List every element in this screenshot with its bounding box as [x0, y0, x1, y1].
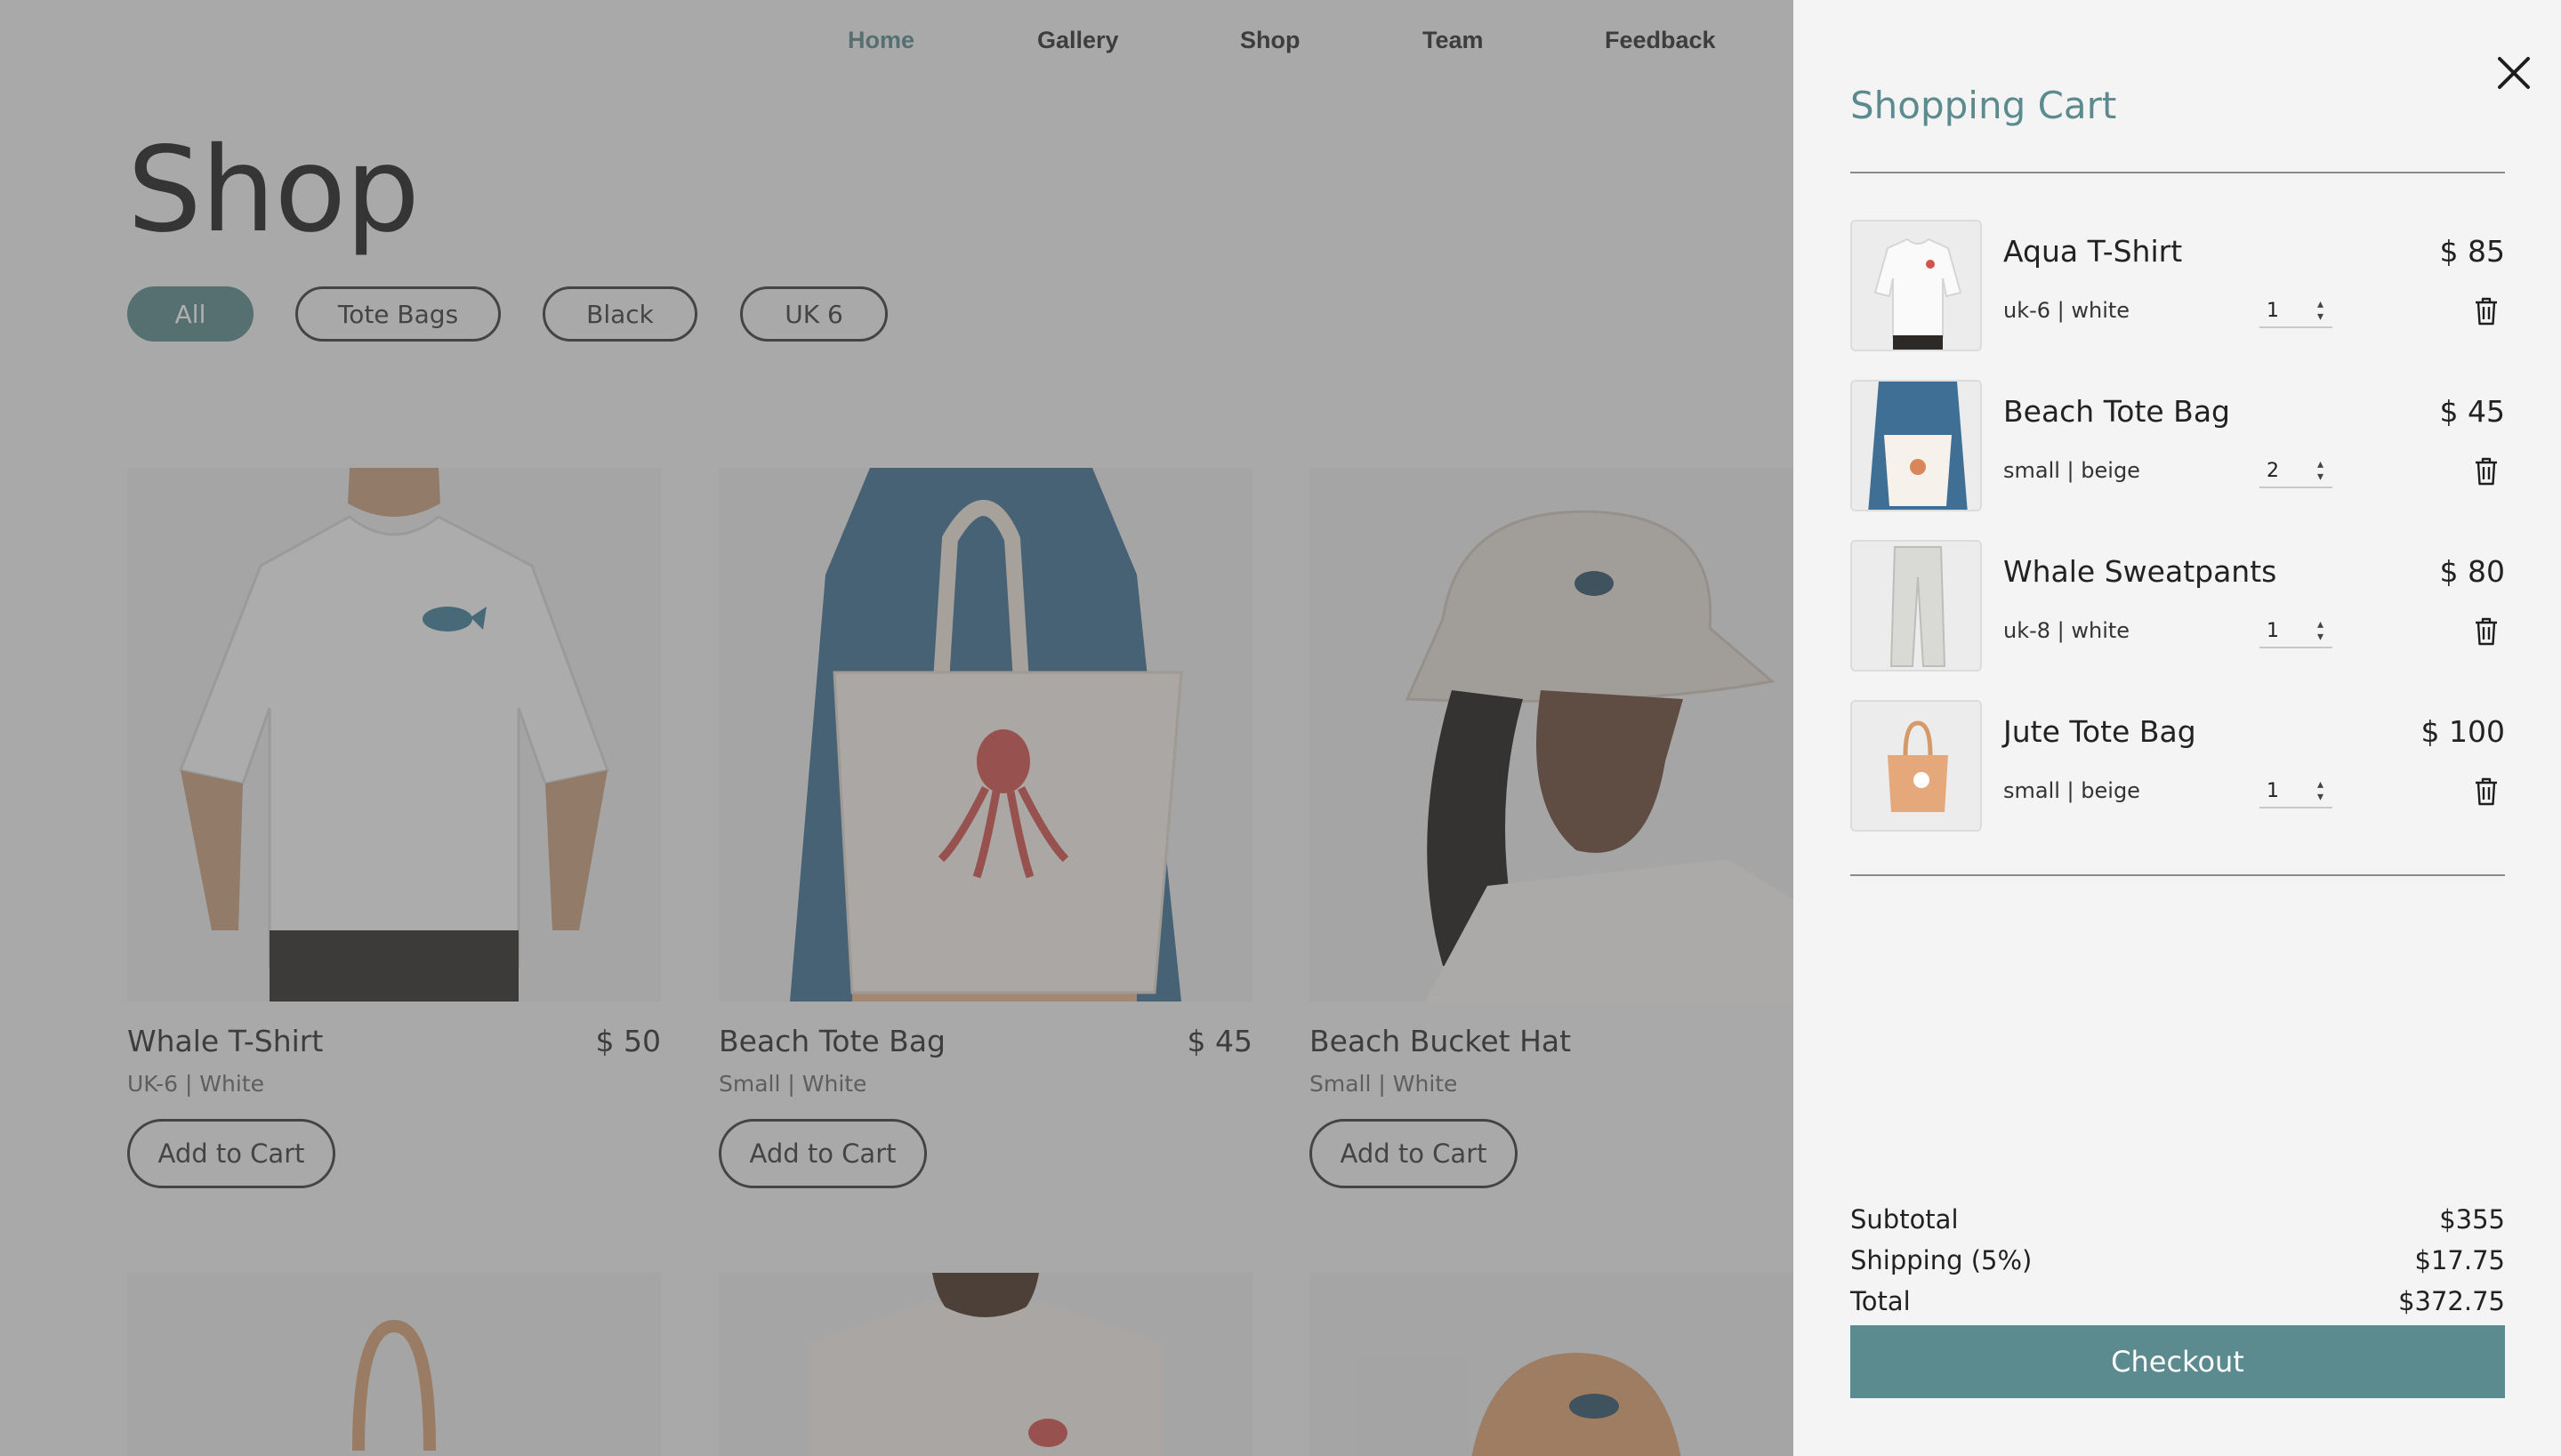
shipping-label: Shipping (5%)	[1850, 1245, 2033, 1275]
cart-item: Jute Tote Bag $ 100 small | beige 1 ▴ ▾	[1850, 700, 2505, 832]
shopping-cart-drawer: Shopping Cart Aqua T-Shirt $ 85 uk-6 | w…	[1793, 0, 2561, 1456]
divider	[1850, 874, 2505, 876]
whale-sweatpants-thumb	[1852, 542, 1980, 670]
cart-item: Beach Tote Bag $ 45 small | beige 2 ▴ ▾	[1850, 380, 2505, 511]
quantity-value: 2	[2267, 460, 2279, 482]
cart-item-price: $ 100	[2420, 714, 2505, 749]
close-icon[interactable]	[2494, 53, 2533, 93]
trash-icon[interactable]	[2473, 296, 2500, 326]
trash-icon[interactable]	[2473, 616, 2500, 647]
page-dim-overlay[interactable]	[0, 0, 1793, 1456]
jute-tote-thumb	[1852, 702, 1980, 830]
cart-item-name: Beach Tote Bag	[2003, 394, 2230, 429]
cart-item-price: $ 45	[2439, 394, 2505, 429]
stepper-arrows-icon[interactable]: ▴ ▾	[2317, 618, 2323, 643]
quantity-value: 1	[2267, 620, 2279, 642]
cart-item-name: Jute Tote Bag	[2003, 714, 2196, 749]
cart-item: Whale Sweatpants $ 80 uk-8 | white 1 ▴ ▾	[1850, 540, 2505, 672]
beach-tote-thumb	[1852, 382, 1980, 510]
cart-item-thumbnail	[1850, 700, 1982, 832]
cart-title: Shopping Cart	[1850, 84, 2117, 127]
quantity-value: 1	[2267, 780, 2279, 802]
cart-item-name: Aqua T-Shirt	[2003, 234, 2183, 269]
cart-item-price: $ 85	[2439, 234, 2505, 269]
cart-item-variant: uk-8 | white	[2003, 618, 2130, 643]
aqua-tshirt-thumb	[1852, 221, 1980, 350]
cart-item-variant: small | beige	[2003, 458, 2140, 483]
stepper-arrows-icon[interactable]: ▴ ▾	[2317, 298, 2323, 323]
trash-icon[interactable]	[2473, 456, 2500, 487]
trash-icon[interactable]	[2473, 776, 2500, 807]
quantity-value: 1	[2267, 300, 2279, 322]
subtotal-label: Subtotal	[1850, 1204, 1959, 1235]
subtotal-value: $355	[2439, 1204, 2505, 1235]
cart-item-thumbnail	[1850, 380, 1982, 511]
cart-item-price: $ 80	[2439, 554, 2505, 589]
cart-item-name: Whale Sweatpants	[2003, 554, 2277, 589]
checkout-button[interactable]: Checkout	[1850, 1325, 2505, 1398]
cart-item-thumbnail	[1850, 220, 1982, 351]
quantity-stepper[interactable]: 1 ▴ ▾	[2259, 616, 2332, 648]
total-label: Total	[1850, 1286, 1911, 1316]
stepper-arrows-icon[interactable]: ▴ ▾	[2317, 458, 2323, 483]
quantity-stepper[interactable]: 1 ▴ ▾	[2259, 296, 2332, 328]
divider	[1850, 172, 2505, 173]
cart-item-variant: small | beige	[2003, 778, 2140, 803]
shipping-value: $17.75	[2414, 1245, 2505, 1275]
stepper-arrows-icon[interactable]: ▴ ▾	[2317, 778, 2323, 803]
quantity-stepper[interactable]: 2 ▴ ▾	[2259, 456, 2332, 488]
cart-item-thumbnail	[1850, 540, 1982, 672]
cart-item-variant: uk-6 | white	[2003, 298, 2130, 323]
quantity-stepper[interactable]: 1 ▴ ▾	[2259, 776, 2332, 808]
total-value: $372.75	[2398, 1286, 2505, 1316]
cart-item: Aqua T-Shirt $ 85 uk-6 | white 1 ▴ ▾	[1850, 220, 2505, 351]
